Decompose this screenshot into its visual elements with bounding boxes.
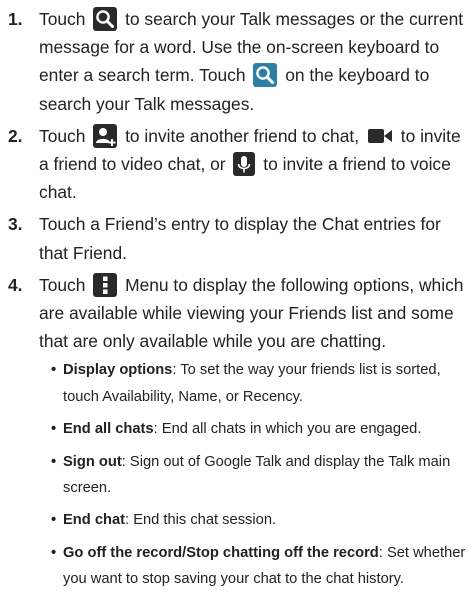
document-page: 1. Touch to search your Talk messages or… xyxy=(0,0,472,604)
option-desc: : End all chats in which you are engaged… xyxy=(153,421,422,438)
step-3: 3. Touch a Friend’s entry to display the… xyxy=(8,210,466,266)
menu-icon xyxy=(93,272,118,297)
step-2: 2. Touch to invite another friend to cha… xyxy=(8,122,466,207)
microphone-icon xyxy=(233,152,256,177)
option-off-the-record: Go off the record/Stop chatting off the … xyxy=(51,540,466,593)
option-title: End all chats xyxy=(63,421,154,438)
option-end-all-chats: End all chats: End all chats in which yo… xyxy=(51,416,466,443)
option-title: Go off the record/Stop chatting off the … xyxy=(63,544,379,561)
step-text: Touch xyxy=(39,125,86,146)
option-title: Sign out xyxy=(63,453,122,470)
step-text: Touch xyxy=(39,9,86,29)
search-icon xyxy=(93,7,118,31)
step-1: 1. Touch to search your Talk messages or… xyxy=(8,5,466,118)
option-sign-out: Sign out: Sign out of Google Talk and di… xyxy=(51,449,466,502)
option-display-options: Display options: To set the way your fri… xyxy=(51,357,466,410)
menu-options-list: Display options: To set the way your fri… xyxy=(39,357,466,592)
steps-list: 1. Touch to search your Talk messages or… xyxy=(8,5,466,593)
step-text: Touch xyxy=(39,274,86,295)
step-text: Touch a Friend’s entry to display the Ch… xyxy=(39,214,441,263)
step-number: 2. xyxy=(8,125,23,146)
keyboard-search-icon xyxy=(253,63,278,88)
option-title: End chat xyxy=(63,512,126,529)
step-text: to invite another friend to chat, xyxy=(125,125,360,146)
step-number: 3. xyxy=(8,214,23,235)
add-friend-icon xyxy=(93,123,118,148)
option-title: Display options xyxy=(63,362,173,379)
step-number: 1. xyxy=(8,9,23,29)
step-number: 4. xyxy=(8,274,23,295)
option-end-chat: End chat: End this chat session. xyxy=(51,507,466,534)
option-desc: : Sign out of Google Talk and display th… xyxy=(63,453,451,497)
step-4: 4. Touch Menu to display the following o… xyxy=(8,271,466,593)
option-desc: : End this chat session. xyxy=(125,512,277,529)
video-camera-icon xyxy=(367,124,393,148)
